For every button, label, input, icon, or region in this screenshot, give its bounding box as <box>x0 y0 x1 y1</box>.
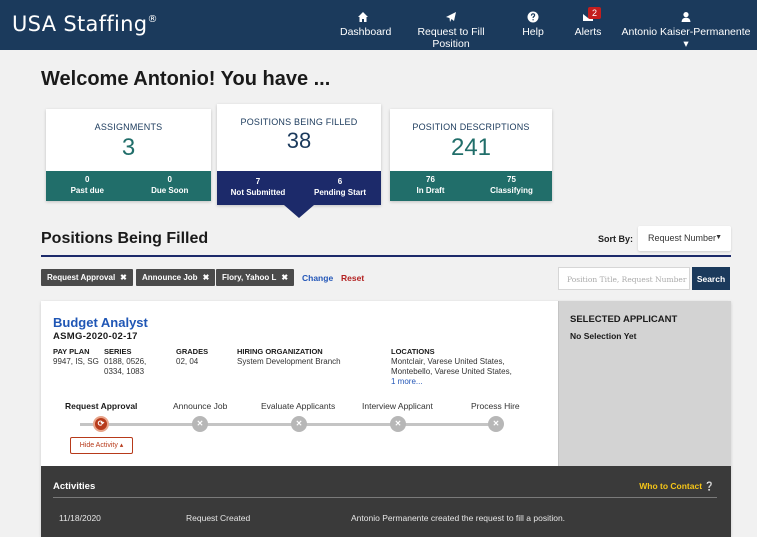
position-descriptions-card[interactable]: POSITION DESCRIPTIONS 241 76 In Draft 75 C… <box>390 109 552 201</box>
card-title: POSITION DESCRIPTIONS <box>412 122 530 132</box>
card-footer: 7 Not Submitted 6 Pending Start <box>217 171 381 205</box>
past-due-stat[interactable]: 0 Past due <box>46 174 129 196</box>
step-process-hire-label: Process Hire <box>471 401 520 411</box>
app-logo[interactable]: USA Staffing® <box>12 12 158 36</box>
close-icon[interactable]: ✖ <box>281 273 288 282</box>
card-footer: 76 In Draft 75 Classifying <box>390 171 552 201</box>
in-draft-stat[interactable]: 76 In Draft <box>390 174 471 196</box>
activities-heading: Activities <box>53 481 96 492</box>
activity-date: 11/18/2020 <box>59 513 101 523</box>
activities-divider <box>53 497 717 498</box>
pending-start-stat[interactable]: 6 Pending Start <box>299 176 381 198</box>
home-icon <box>340 11 386 23</box>
close-icon: ✕ <box>390 416 406 432</box>
assignments-card[interactable]: ASSIGNMENTS 3 0 Past due 0 Due Soon <box>46 109 211 201</box>
step-evaluate-applicants-label: Evaluate Applicants <box>261 401 336 411</box>
close-icon: ✕ <box>192 416 208 432</box>
card-count: 241 <box>450 134 492 161</box>
top-navigation-bar: USA Staffing® Dashboard Request to Fill … <box>0 0 757 50</box>
refresh-icon: ⟳ <box>93 416 109 432</box>
activity-action: Request Created <box>186 513 251 523</box>
paper-plane-icon <box>401 11 501 23</box>
nav-user-menu[interactable]: Antonio Kaiser-Permanente ▾ <box>621 0 751 50</box>
welcome-heading: Welcome Antonio! You have ... <box>41 68 331 90</box>
activities-panel: Activities Who to Contact ❔ 11/18/2020 R… <box>41 466 731 537</box>
sort-by-select[interactable]: Request Number ▼ <box>638 226 731 251</box>
nav-help[interactable]: Help <box>519 0 547 50</box>
positions-being-filled-card[interactable]: POSITIONS BEING FILLED 38 7 Not Submitted… <box>217 104 381 205</box>
position-request-number: ASMG-2020-02-17 <box>53 331 138 342</box>
close-icon[interactable]: ✖ <box>203 273 210 282</box>
selected-applicant-panel: SELECTED APPLICANT No Selection Yet <box>558 301 731 466</box>
hiring-organization-field: HIRING ORGANIZATION System Development B… <box>237 347 341 366</box>
more-locations-link[interactable]: 1 more... <box>391 377 512 387</box>
close-icon: ✕ <box>291 416 307 432</box>
close-icon: ✕ <box>488 416 504 432</box>
selected-applicant-value: No Selection Yet <box>570 331 637 341</box>
reset-filters-link[interactable]: Reset <box>341 273 364 283</box>
position-card: Budget Analyst ASMG-2020-02-17 PAY PLAN … <box>41 301 731 537</box>
progress-track <box>80 423 498 426</box>
step-interview-applicant-label: Interview Applicant <box>362 401 433 411</box>
nav-request-to-fill[interactable]: Request to Fill Position <box>401 0 501 50</box>
nav-dashboard[interactable]: Dashboard <box>340 0 391 50</box>
active-card-pointer <box>284 205 314 218</box>
position-title-link[interactable]: Budget Analyst <box>53 315 148 330</box>
who-to-contact-link[interactable]: Who to Contact ❔ <box>639 481 715 492</box>
filter-chip-flory-yahoo[interactable]: Flory, Yahoo L ✖ <box>216 269 295 286</box>
not-submitted-stat[interactable]: 7 Not Submitted <box>217 176 299 198</box>
hide-activity-button[interactable]: Hide Activity ▴ <box>70 437 133 454</box>
card-count: 3 <box>121 134 136 161</box>
card-count: 38 <box>286 128 312 153</box>
help-icon <box>519 11 547 23</box>
activity-description: Antonio Permanente created the request t… <box>351 513 566 523</box>
help-icon: ❔ <box>704 481 715 491</box>
close-icon[interactable]: ✖ <box>120 273 127 282</box>
step-request-approval-label: Request Approval <box>65 401 138 411</box>
step-announce-job-label: Announce Job <box>173 401 228 411</box>
section-title: Positions Being Filled <box>41 230 209 247</box>
due-soon-stat[interactable]: 0 Due Soon <box>129 174 212 196</box>
card-footer: 0 Past due 0 Due Soon <box>46 171 211 201</box>
alerts-count-badge: 2 <box>588 7 602 19</box>
section-divider <box>41 255 731 257</box>
filter-chip-request-approval[interactable]: Request Approval ✖ <box>41 269 133 286</box>
card-title: ASSIGNMENTS <box>94 122 163 132</box>
classifying-stat[interactable]: 75 Classifying <box>471 174 552 196</box>
sort-by-label: Sort By: <box>598 234 634 244</box>
locations-field: LOCATIONS Montclair, Varese United State… <box>391 347 512 387</box>
selected-applicant-heading: SELECTED APPLICANT <box>570 314 678 325</box>
card-title: POSITIONS BEING FILLED <box>240 117 358 127</box>
change-filters-link[interactable]: Change <box>302 273 333 283</box>
user-icon <box>621 11 751 23</box>
series-field: SERIES 0188, 0526, 0334, 1083 <box>104 347 147 376</box>
grades-field: GRADES 02, 04 <box>176 347 209 366</box>
filter-chip-announce-job[interactable]: Announce Job ✖ <box>136 269 216 286</box>
search-button[interactable]: Search <box>692 267 730 290</box>
chevron-down-icon: ▼ <box>715 234 722 241</box>
search-input[interactable]: Position Title, Request Number <box>558 267 690 290</box>
pay-plan-field: PAY PLAN 9947, IS, SG <box>53 347 99 366</box>
